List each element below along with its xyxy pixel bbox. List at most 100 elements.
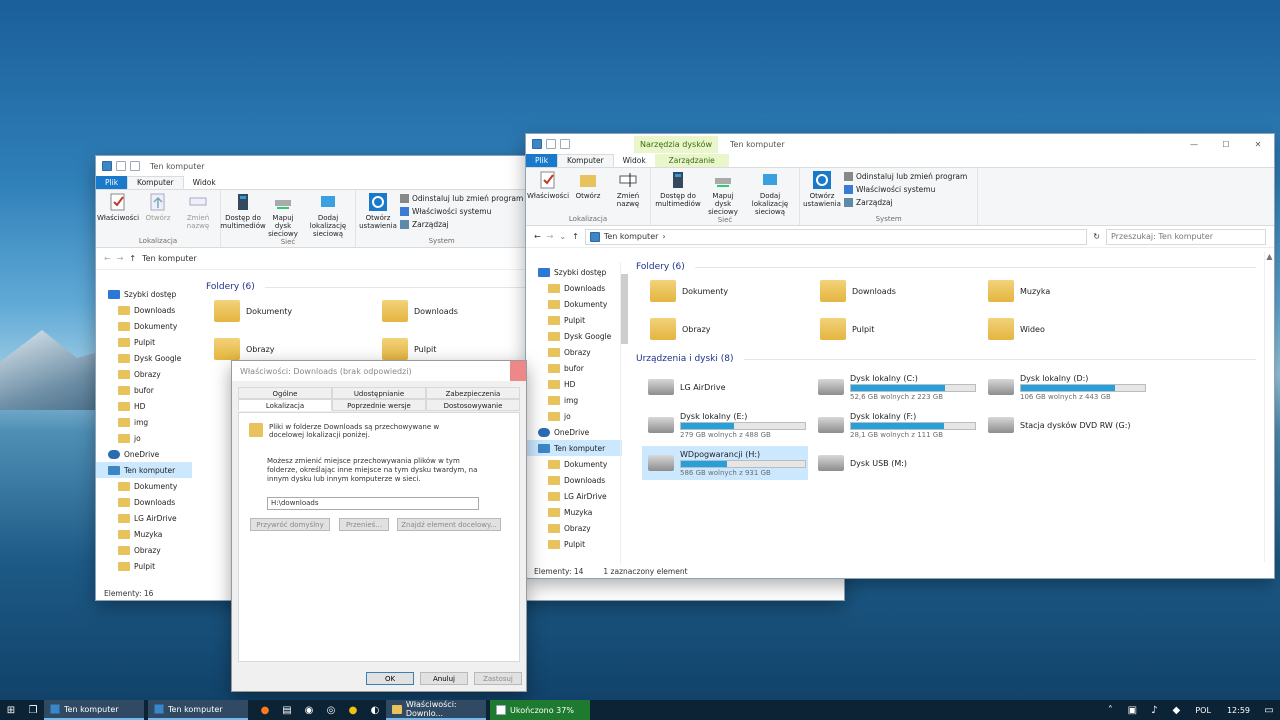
- dialog-tab[interactable]: Dostosowywanie: [426, 399, 520, 411]
- folder-tile[interactable]: Obrazy: [650, 318, 711, 340]
- nav-item[interactable]: Pulpit: [526, 536, 622, 552]
- nav-item[interactable]: Dysk Google: [526, 328, 622, 344]
- folder-tile[interactable]: Pulpit: [820, 318, 874, 340]
- dialog-tab[interactable]: Ogólne: [238, 387, 332, 399]
- start-windows-icon[interactable]: ⊞: [4, 703, 18, 717]
- nav-item[interactable]: LG AirDrive: [96, 510, 192, 526]
- folder-tile[interactable]: Pulpit: [382, 338, 436, 360]
- nav-item[interactable]: Szybki dostęp: [96, 286, 192, 302]
- cancel-button[interactable]: Anuluj: [420, 672, 468, 685]
- newfolder-quick-icon[interactable]: [130, 161, 140, 171]
- forward-arrow-icon[interactable]: →: [547, 232, 554, 241]
- move-button[interactable]: Przenieś...: [339, 518, 389, 531]
- folder-tile[interactable]: Dokumenty: [650, 280, 728, 302]
- recent-chevron-icon[interactable]: ⌄: [559, 232, 566, 241]
- add-location-button[interactable]: Dodaj lokalizację sieciową: [745, 170, 795, 216]
- address-box[interactable]: Ten komputer ›: [584, 228, 1088, 245]
- find-target-button[interactable]: Znajdź element docelowy...: [397, 518, 501, 531]
- app-icon[interactable]: ◐: [368, 703, 382, 717]
- terminal-icon[interactable]: ▤: [280, 703, 294, 717]
- chrome-icon[interactable]: ●: [346, 703, 360, 717]
- chevron-up-icon[interactable]: ˄: [1103, 703, 1117, 717]
- folder-tile[interactable]: Dokumenty: [214, 300, 292, 322]
- drive-tile[interactable]: Dysk lokalny (E:) 279 GB wolnych z 488 GB: [642, 408, 808, 442]
- dialog-tab[interactable]: Udostępnianie: [332, 387, 426, 399]
- dialog-tab[interactable]: Lokalizacja: [238, 399, 332, 411]
- nav-item[interactable]: Dokumenty: [96, 318, 192, 334]
- nav-item[interactable]: Ten komputer: [96, 462, 192, 478]
- folder-tile[interactable]: Obrazy: [214, 338, 275, 360]
- folders-section-header[interactable]: Foldery (6): [636, 258, 1256, 276]
- tab-computer[interactable]: Komputer: [557, 154, 614, 167]
- notifications-icon[interactable]: ▭: [1262, 703, 1276, 717]
- properties-quick-icon[interactable]: [116, 161, 126, 171]
- properties-button[interactable]: Właściwości: [97, 192, 139, 237]
- rename-button[interactable]: Zmień nazwę: [180, 192, 216, 237]
- maximize-button[interactable]: ☐: [1210, 140, 1242, 149]
- open-button[interactable]: Otwórz: [140, 192, 176, 237]
- path-label[interactable]: Ten komputer: [142, 254, 197, 263]
- nav-item[interactable]: Obrazy: [526, 344, 622, 360]
- manage-button[interactable]: Zarządzaj: [844, 196, 967, 208]
- nav-item[interactable]: Obrazy: [96, 542, 192, 558]
- apply-button[interactable]: Zastosuj: [474, 672, 522, 685]
- search-input[interactable]: Przeszukaj: Ten komputer: [1106, 228, 1266, 245]
- nav-item[interactable]: OneDrive: [526, 424, 622, 440]
- tab-file[interactable]: Plik: [526, 154, 558, 167]
- nav-item[interactable]: Dokumenty: [526, 296, 622, 312]
- nav-item[interactable]: jo: [526, 408, 622, 424]
- nav-item[interactable]: Muzyka: [526, 504, 622, 520]
- app-icon[interactable]: ◎: [324, 703, 338, 717]
- nav-item[interactable]: Dokumenty: [526, 456, 622, 472]
- tab-manage[interactable]: Zarządzanie: [654, 154, 729, 167]
- nav-item[interactable]: Muzyka: [96, 526, 192, 542]
- volume-icon[interactable]: ♪: [1147, 703, 1161, 717]
- nav-scrollbar[interactable]: [620, 262, 628, 564]
- nav-item[interactable]: HD: [96, 398, 192, 414]
- task-view-icon[interactable]: ❐: [26, 703, 40, 717]
- firefox-icon[interactable]: ●: [258, 703, 272, 717]
- nav-item[interactable]: Szybki dostęp: [526, 264, 622, 280]
- nav-item[interactable]: jo: [96, 430, 192, 446]
- folder-tile[interactable]: Muzyka: [988, 280, 1050, 302]
- system-properties-button[interactable]: Właściwości systemu: [400, 205, 523, 217]
- minimize-button[interactable]: —: [1178, 140, 1210, 149]
- taskbar-item[interactable]: Ten komputer: [44, 700, 144, 720]
- rename-button[interactable]: Zmień nazwę: [610, 170, 646, 215]
- nav-item[interactable]: OneDrive: [96, 446, 192, 462]
- folder-tile[interactable]: Downloads: [382, 300, 458, 322]
- add-location-button[interactable]: Dodaj lokalizację sieciową: [305, 192, 351, 238]
- open-button[interactable]: Otwórz: [570, 170, 606, 215]
- properties-button[interactable]: Właściwości: [527, 170, 569, 215]
- taskbar-item[interactable]: Ten komputer: [148, 700, 248, 720]
- tab-view[interactable]: Widok: [184, 176, 225, 189]
- newfolder-quick-icon[interactable]: [560, 139, 570, 149]
- drive-tile[interactable]: WDpogwarancji (H:) 586 GB wolnych z 931 G…: [642, 446, 808, 480]
- uninstall-button[interactable]: Odinstaluj lub zmień program: [400, 192, 523, 204]
- manage-button[interactable]: Zarządzaj: [400, 218, 523, 230]
- nav-scroll-thumb[interactable]: [621, 274, 628, 344]
- map-drive-button[interactable]: Mapuj dysk sieciowy: [705, 170, 741, 216]
- nav-item[interactable]: img: [526, 392, 622, 408]
- nav-item[interactable]: Downloads: [526, 472, 622, 488]
- nav-item[interactable]: img: [96, 414, 192, 430]
- up-arrow-icon[interactable]: ↑: [572, 232, 579, 241]
- app-tray-icon[interactable]: ◆: [1169, 703, 1183, 717]
- drive-tile[interactable]: LG AirDrive: [642, 370, 808, 404]
- dialog-tab[interactable]: Poprzednie wersje: [332, 399, 426, 411]
- open-settings-button[interactable]: Otwórz ustawienia: [359, 192, 397, 237]
- nav-item[interactable]: Downloads: [96, 494, 192, 510]
- nav-item[interactable]: Obrazy: [526, 520, 622, 536]
- tab-computer[interactable]: Komputer: [127, 176, 184, 189]
- drive-tile[interactable]: Dysk lokalny (D:) 106 GB wolnych z 443 GB: [982, 370, 1148, 404]
- properties-dialog[interactable]: Właściwości: Downloads (brak odpowiedzi)…: [232, 361, 526, 691]
- open-settings-button[interactable]: Otwórz ustawienia: [803, 170, 841, 215]
- drive-tile[interactable]: Dysk USB (M:): [812, 446, 978, 480]
- taskbar-item[interactable]: Właściwości: Downlo...: [386, 700, 486, 720]
- forward-arrow-icon[interactable]: →: [117, 254, 124, 263]
- content-scroll-up[interactable]: ▲: [1265, 252, 1274, 261]
- up-arrow-icon[interactable]: ↑: [129, 254, 136, 263]
- language-indicator[interactable]: POL: [1195, 706, 1211, 715]
- path-input[interactable]: H:\downloads: [267, 497, 479, 510]
- uninstall-button[interactable]: Odinstaluj lub zmień program: [844, 170, 967, 182]
